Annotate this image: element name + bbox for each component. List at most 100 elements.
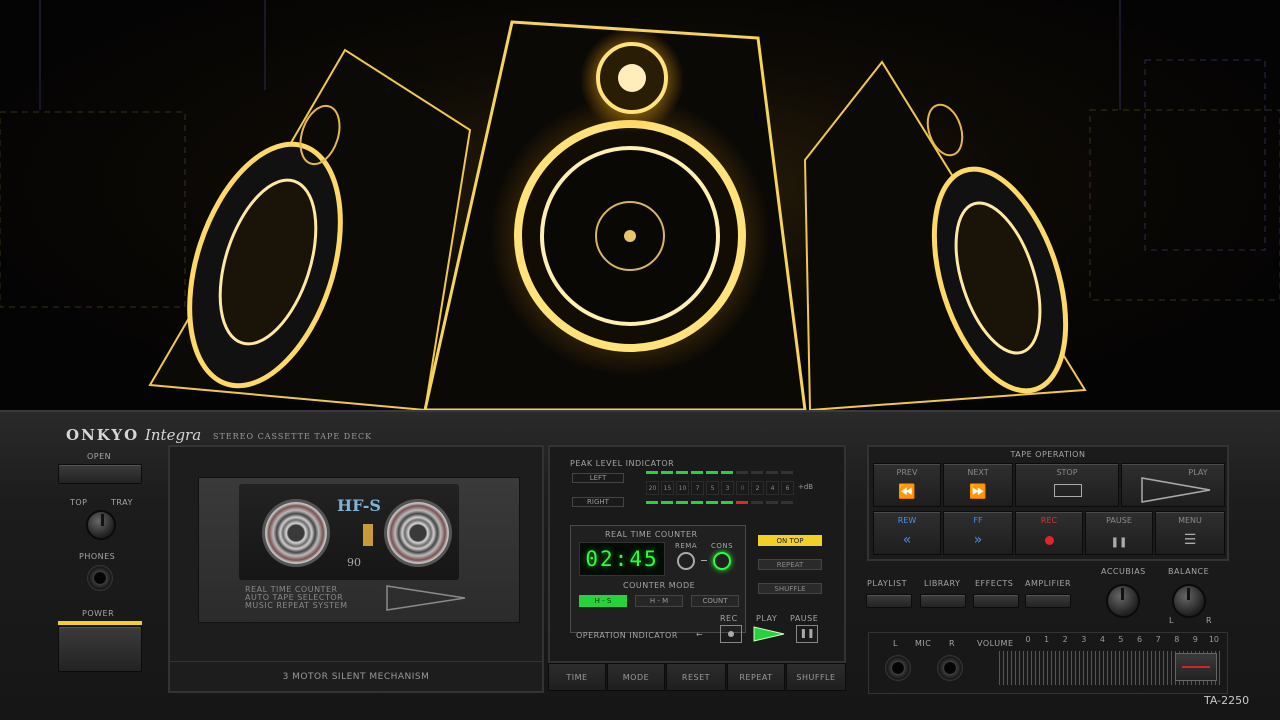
next-button[interactable]: NEXT ⏩: [943, 463, 1013, 507]
play-icon: [1141, 477, 1211, 503]
mechanism-label: 3 MOTOR SILENT MECHANISM: [170, 661, 542, 691]
top-label: TOP: [70, 498, 88, 507]
operation-indicator-title: OPERATION INDICATOR: [576, 631, 678, 640]
fast-forward-icon: »: [973, 532, 983, 548]
pause-indicator-label: PAUSE: [790, 614, 819, 623]
library-label: LIBRARY: [924, 579, 961, 588]
meter-scale-tick: 3: [721, 481, 734, 495]
prev-label: PREV: [896, 468, 918, 477]
effects-button[interactable]: [973, 594, 1019, 608]
prev-button[interactable]: PREV ⏪: [873, 463, 941, 507]
meter-bar-left: [646, 471, 658, 474]
balance-right-mark: R: [1206, 616, 1213, 625]
mode-button[interactable]: MODE: [607, 663, 665, 691]
tape-type-label: HF-S: [337, 496, 381, 515]
meter-bar-right: [706, 501, 718, 504]
volume-scale-tick: 0: [1025, 635, 1031, 644]
play-button[interactable]: PLAY: [1121, 463, 1225, 507]
mic-label: MIC: [915, 639, 932, 648]
meter-bar-left: [676, 471, 688, 474]
meter-scale-tick: 2: [751, 481, 764, 495]
amplifier-button[interactable]: [1025, 594, 1071, 608]
repeat-toggle-button[interactable]: REPEAT: [758, 559, 822, 570]
tape-length: 90: [347, 556, 361, 569]
amplifier-label: AMPLIFIER: [1025, 579, 1072, 588]
rema-indicator[interactable]: [677, 552, 695, 570]
tape-window: [363, 524, 373, 546]
volume-thumb-marker: [1182, 666, 1210, 668]
cassette-deck-panel: ONKYO Integra STEREO CASSETTE TAPE DECK …: [0, 410, 1280, 720]
play-indicator-icon: [753, 626, 785, 642]
meter-scale-tick: 6: [781, 481, 794, 495]
menu-label: MENU: [1178, 516, 1202, 525]
meter-scale-tick: 15: [661, 481, 674, 495]
open-label: OPEN: [87, 452, 112, 461]
brand-maker: ONKYO: [66, 426, 140, 444]
mode-hm-button[interactable]: H - M: [635, 595, 683, 607]
effects-label: EFFECTS: [975, 579, 1014, 588]
repeat-button[interactable]: REPEAT: [727, 663, 785, 691]
peak-left-channel: LEFT: [572, 473, 624, 483]
mode-count-button[interactable]: COUNT: [691, 595, 739, 607]
shuffle-toggle-button[interactable]: SHUFFLE: [758, 583, 822, 594]
open-button[interactable]: [58, 464, 142, 484]
on-top-button[interactable]: ON TOP: [758, 535, 822, 546]
mode-hs-button[interactable]: H - S: [579, 595, 627, 607]
mic-left-label: L: [893, 639, 898, 648]
rew-button[interactable]: REW «: [873, 511, 941, 555]
cassette-tape: HF-S 90: [239, 484, 459, 580]
mic-left-jack[interactable]: [885, 655, 911, 681]
tape-operation-title: TAPE OPERATION: [1010, 450, 1086, 459]
menu-button[interactable]: MENU ☰: [1155, 511, 1225, 555]
meter-bar-right: [736, 501, 748, 504]
balance-knob[interactable]: [1172, 584, 1206, 618]
meter-bar-right: [646, 501, 658, 504]
phones-jack[interactable]: [87, 565, 113, 591]
indicator-panel: PEAK LEVEL INDICATOR LEFT RIGHT 20 15 10 7 5…: [548, 445, 846, 663]
power-button[interactable]: [58, 626, 142, 672]
speakers-illustration: [0, 0, 1280, 412]
meter-bar-left: [661, 471, 673, 474]
library-button[interactable]: [920, 594, 966, 608]
power-label: POWER: [82, 609, 115, 618]
rewind-outline-icon: ⏪: [898, 484, 916, 500]
reset-button[interactable]: RESET: [666, 663, 726, 691]
top-tray-selector-knob[interactable]: [86, 510, 116, 540]
balance-left-mark: L: [1169, 616, 1174, 625]
rec-button[interactable]: REC: [1015, 511, 1083, 555]
play-indicator-label: PLAY: [756, 614, 778, 623]
stop-button[interactable]: STOP: [1015, 463, 1119, 507]
cassette-compartment[interactable]: HF-S 90 REAL TIME COUNTER AUTO TAPE SELE…: [168, 445, 544, 693]
volume-slider-track[interactable]: [999, 651, 1221, 685]
volume-scale-tick: 9: [1192, 635, 1198, 644]
time-button[interactable]: TIME: [548, 663, 606, 691]
feature-item: MUSIC REPEAT SYSTEM: [245, 601, 348, 610]
meter-scale-tick: 0: [736, 481, 749, 495]
feature-list: REAL TIME COUNTER AUTO TAPE SELECTOR MUS…: [245, 586, 347, 610]
speaker-visual-scene: [0, 0, 1280, 412]
meter-bar-right: [766, 501, 778, 504]
volume-scale-tick: 2: [1062, 635, 1068, 644]
menu-list-icon: ☰: [1183, 532, 1197, 548]
record-dot-icon: [1045, 536, 1054, 545]
ff-button[interactable]: FF »: [943, 511, 1013, 555]
meter-scale-tick: 7: [691, 481, 704, 495]
operation-arrow: ←: [696, 630, 704, 639]
cons-indicator[interactable]: [713, 552, 731, 570]
volume-label: VOLUME: [977, 639, 1014, 648]
brand-line: Integra: [144, 426, 202, 444]
meter-bar-right: [661, 501, 673, 504]
pause-button[interactable]: PAUSE ❚❚: [1085, 511, 1153, 555]
mic-right-jack[interactable]: [937, 655, 963, 681]
accubias-knob[interactable]: [1106, 584, 1140, 618]
meter-bar-left: [736, 471, 748, 474]
shuffle-button[interactable]: SHUFFLE: [786, 663, 846, 691]
mic-right-label: R: [949, 639, 956, 648]
meter-bar-left: [781, 471, 793, 474]
volume-slider-thumb[interactable]: [1175, 653, 1217, 681]
playlist-label: PLAYLIST: [867, 579, 907, 588]
playlist-button[interactable]: [866, 594, 912, 608]
rema-cons-divider: [701, 560, 707, 561]
meter-bar-left: [721, 471, 733, 474]
stop-icon: [1054, 484, 1082, 497]
